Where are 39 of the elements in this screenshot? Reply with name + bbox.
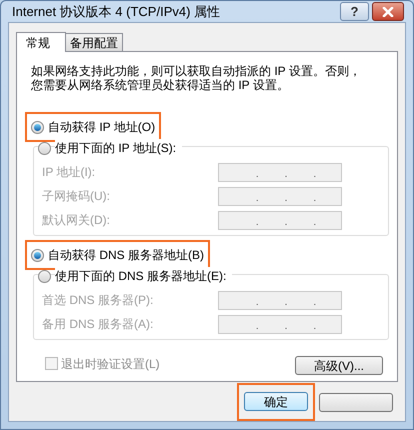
- field-label: 备用 DNS 服务器(A):: [42, 316, 154, 333]
- separator-dot: .: [313, 298, 316, 308]
- field-label: 首选 DNS 服务器(P):: [42, 292, 154, 309]
- separator-dot: .: [256, 194, 259, 204]
- tab[interactable]: 备用配置: [66, 33, 123, 51]
- separator-dot: .: [284, 170, 288, 180]
- separator-dot: .: [313, 322, 316, 332]
- ok-button[interactable]: 确定: [244, 392, 308, 411]
- description-text: 如果网络支持此功能，则可以获取自动指派的 IP 设置。否则，您需要从网络系统管理员处获得适当的 IP 设置。: [31, 64, 361, 92]
- separator-dot: .: [256, 218, 259, 228]
- radio-button[interactable]: [38, 270, 51, 282]
- radio-label: 使用下面的 DNS 服务器地址(E):: [55, 267, 232, 285]
- separator-dot: .: [313, 218, 316, 228]
- radio-label: 使用下面的 IP 地址(S):: [55, 139, 182, 157]
- close-button[interactable]: [372, 2, 404, 21]
- field-label: 子网掩码(U):: [42, 188, 111, 205]
- separator-dot: .: [256, 298, 259, 308]
- separator-dot: .: [284, 298, 288, 308]
- separator-dot: .: [256, 322, 259, 332]
- radio-button[interactable]: [31, 120, 44, 134]
- separator-dot: .: [313, 194, 316, 204]
- field-label: 默认网关(D):: [42, 212, 111, 229]
- separator-dot: .: [284, 194, 288, 204]
- radio-label: 自动获得 DNS 服务器地址(B): [48, 247, 204, 264]
- advanced-button[interactable]: 高级(V)...: [295, 356, 383, 375]
- radio-button[interactable]: [31, 248, 44, 262]
- separator-dot: .: [313, 170, 316, 180]
- tab[interactable]: 常规: [16, 32, 66, 52]
- separator-dot: .: [256, 170, 259, 180]
- separator-dot: .: [284, 322, 288, 332]
- separator-dot: .: [284, 218, 288, 228]
- help-button[interactable]: ?: [340, 2, 369, 21]
- field-label: IP 地址(I):: [42, 164, 96, 181]
- dialog-button[interactable]: [319, 392, 393, 412]
- checkbox-label: 退出时验证设置(L): [61, 356, 160, 372]
- window-title: Internet 协议版本 4 (TCP/IPv4) 属性: [12, 2, 222, 21]
- radio-label: 自动获得 IP 地址(O): [48, 119, 156, 136]
- radio-button[interactable]: [38, 142, 51, 154]
- close-icon: [382, 6, 394, 16]
